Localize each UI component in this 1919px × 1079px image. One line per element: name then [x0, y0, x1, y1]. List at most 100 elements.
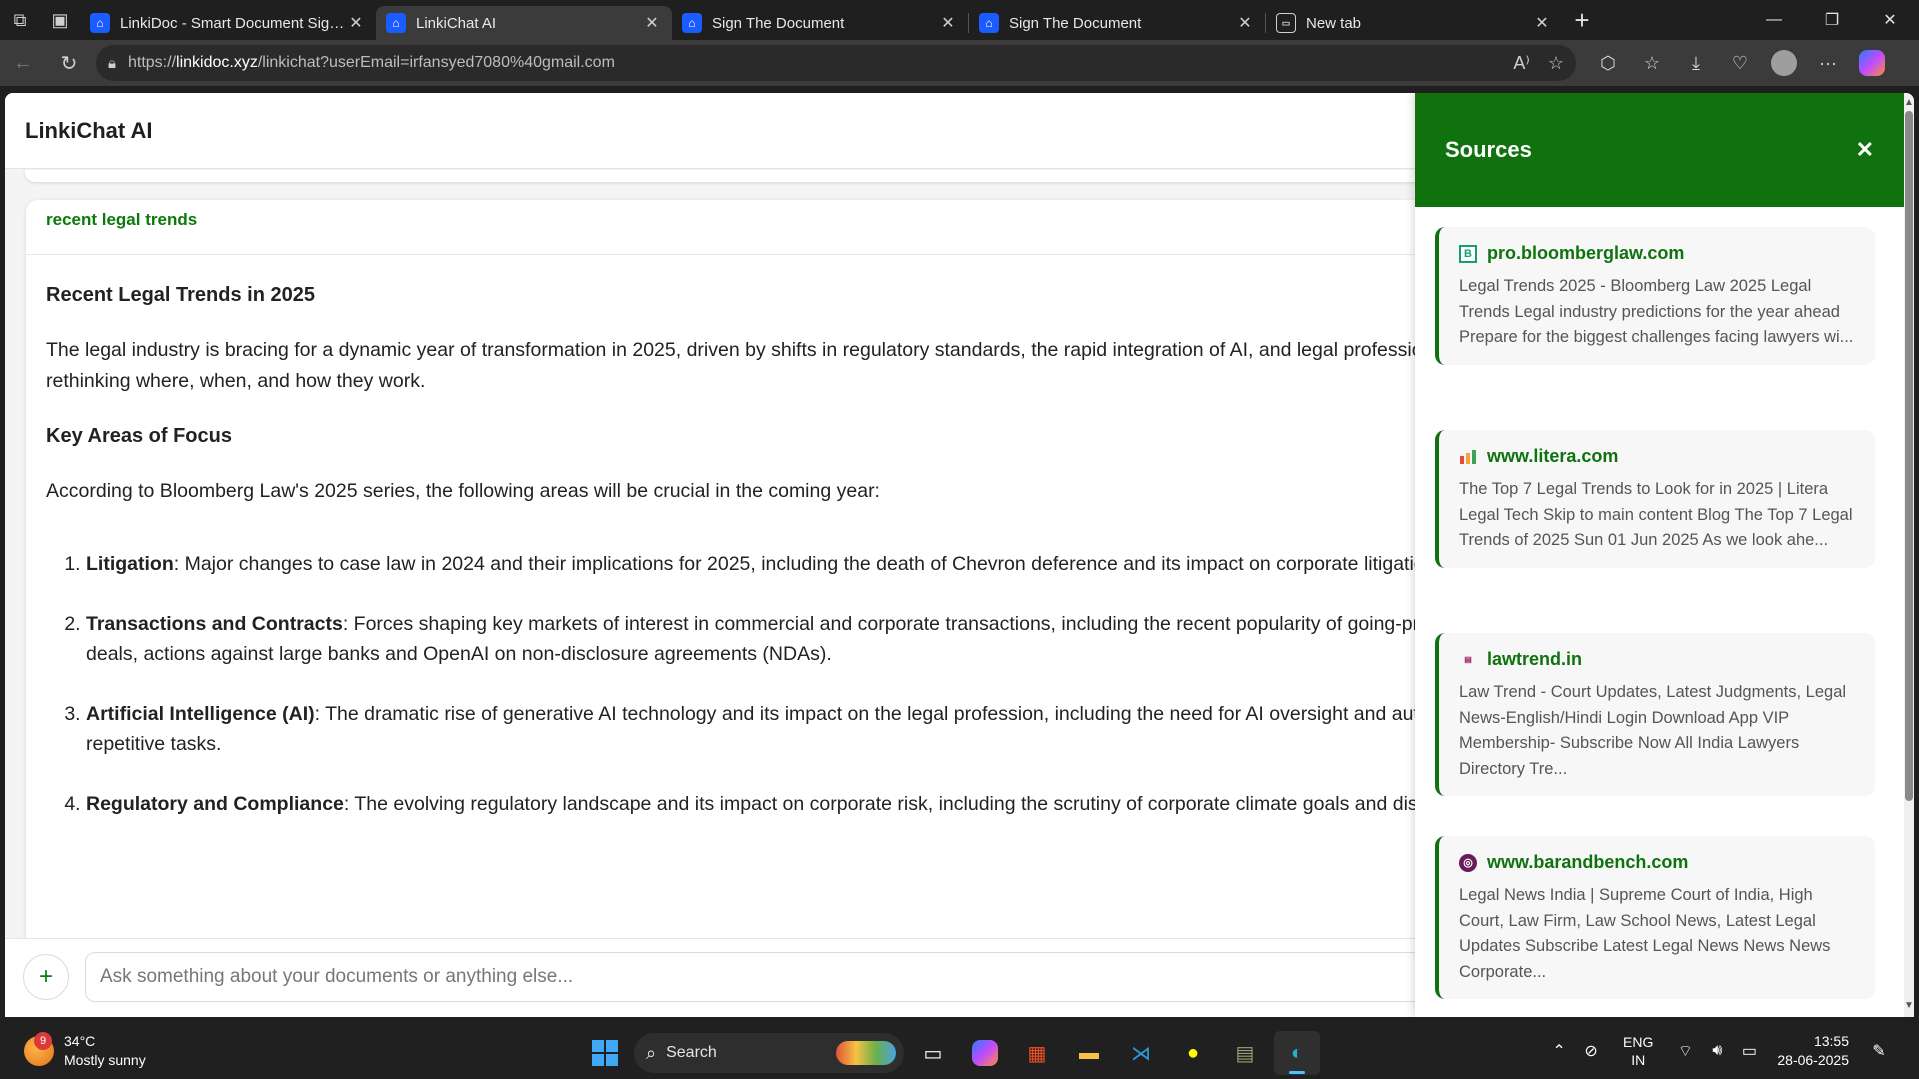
windows-taskbar: 9 34°C Mostly sunny ⌕ Search ▭ ▦ ▬ ⋊ ● ▤…: [0, 1026, 1919, 1079]
task-view-icon[interactable]: ▭: [910, 1031, 956, 1075]
list-item: Litigation: Major changes to case law in…: [86, 549, 1415, 579]
close-icon[interactable]: ✕: [1532, 13, 1552, 33]
edge-browser-icon[interactable]: ◐: [1274, 1031, 1320, 1075]
back-icon[interactable]: ←: [0, 40, 46, 86]
tab-sign-document-1[interactable]: ⌂ Sign The Document ✕: [672, 6, 968, 40]
window-close-icon[interactable]: ✕: [1861, 0, 1919, 40]
new-tab-button[interactable]: +: [1562, 0, 1602, 40]
browser-tab-strip: ⧉ ▣ ⌂ LinkiDoc - Smart Document Signing …: [0, 0, 1919, 40]
linkidoc-favicon-icon: ⌂: [682, 13, 702, 33]
read-aloud-icon[interactable]: A⁾: [1513, 53, 1529, 74]
scroll-down-icon[interactable]: ▼: [1904, 1000, 1914, 1011]
language-indicator[interactable]: ENG IN: [1623, 1033, 1653, 1069]
linkidoc-favicon-icon: ⌂: [979, 13, 999, 33]
user-query: recent legal trends: [46, 210, 198, 229]
network-off-icon[interactable]: ⊘: [1575, 1041, 1607, 1061]
source-domain[interactable]: lawtrend.in: [1487, 649, 1582, 670]
clock[interactable]: 13:55 28-06-2025: [1777, 1032, 1849, 1070]
favorite-star-icon[interactable]: ☆: [1548, 53, 1564, 74]
tab-new-tab[interactable]: ▭ New tab ✕: [1266, 6, 1562, 40]
list-item: Transactions and Contracts: Forces shapi…: [86, 609, 1415, 669]
vscode-icon[interactable]: ⋊: [1118, 1031, 1164, 1075]
tab-title: LinkiChat AI: [416, 14, 497, 32]
source-card-litera[interactable]: www.litera.com The Top 7 Legal Trends to…: [1435, 430, 1875, 568]
minimize-icon[interactable]: —: [1745, 0, 1803, 40]
answer-lead: According to Bloomberg Law's 2025 series…: [46, 480, 880, 502]
start-windows-icon[interactable]: [582, 1031, 628, 1075]
answer-intro: The legal industry is bracing for a dyna…: [46, 339, 1415, 392]
close-icon[interactable]: ✕: [1235, 13, 1255, 33]
workspaces-icon[interactable]: ⧉: [0, 0, 40, 40]
favorites-icon[interactable]: ☆: [1630, 40, 1674, 86]
tab-linkidoc[interactable]: ⌂ LinkiDoc - Smart Document Signing ✕: [80, 6, 376, 40]
search-icon: ⌕: [646, 1042, 657, 1063]
extensions-icon[interactable]: ⬡: [1586, 40, 1630, 86]
volume-icon[interactable]: 🔊︎: [1701, 1042, 1733, 1060]
divider: [26, 254, 1415, 255]
close-icon[interactable]: ✕: [346, 13, 366, 33]
tab-title: LinkiDoc - Smart Document Signing: [120, 14, 346, 32]
source-card-bloomberglaw[interactable]: B pro.bloomberglaw.com Legal Trends 2025…: [1435, 227, 1875, 365]
file-explorer-icon[interactable]: ▬: [1066, 1031, 1112, 1075]
lang-top: ENG: [1623, 1034, 1654, 1050]
address-bar[interactable]: 🔒︎ https://linkidoc.xyz/linkichat?userEm…: [96, 45, 1576, 81]
downloads-icon[interactable]: ⤓: [1674, 40, 1718, 86]
app-header: LinkiChat AI: [5, 93, 1415, 169]
snapchat-icon[interactable]: ●: [1170, 1031, 1216, 1075]
source-domain[interactable]: pro.bloomberglaw.com: [1487, 243, 1684, 264]
battery-icon[interactable]: ▭: [1733, 1041, 1765, 1061]
refresh-icon[interactable]: ↻: [46, 40, 92, 86]
search-highlight-icon: [836, 1041, 896, 1065]
copilot-icon[interactable]: [1850, 40, 1894, 86]
browser-essentials-icon[interactable]: ♡: [1718, 40, 1762, 86]
list-item-term: Artificial Intelligence (AI): [86, 703, 315, 725]
more-options-icon[interactable]: ···: [1806, 40, 1850, 86]
clock-time: 13:55: [1813, 1033, 1849, 1049]
close-sources-button[interactable]: ✕: [1856, 137, 1874, 163]
source-card-lawtrend[interactable]: ▤ lawtrend.in Law Trend - Court Updates,…: [1435, 633, 1875, 796]
chevron-up-icon[interactable]: ⌃: [1543, 1041, 1575, 1061]
url-prefix: https://: [127, 54, 177, 71]
close-icon[interactable]: ✕: [642, 13, 662, 33]
ai-answer: Recent Legal Trends in 2025 The legal in…: [46, 280, 1415, 849]
source-card-header: B pro.bloomberglaw.com: [1459, 243, 1855, 264]
scroll-up-icon[interactable]: ▲: [1904, 97, 1914, 108]
source-domain[interactable]: www.barandbench.com: [1487, 852, 1688, 873]
page-viewport: LinkiChat AI recent legal trends Recent …: [5, 93, 1914, 1017]
restore-icon[interactable]: ❐: [1803, 0, 1861, 40]
list-item-term: Litigation: [86, 553, 174, 575]
focus-list: Litigation: Major changes to case law in…: [46, 549, 1415, 819]
tab-sign-document-2[interactable]: ⌂ Sign The Document ✕: [969, 6, 1265, 40]
tab-linkichat[interactable]: ⌂ LinkiChat AI ✕: [376, 6, 672, 40]
tab-title: Sign The Document: [712, 14, 845, 32]
scrollbar-thumb[interactable]: [1905, 111, 1913, 801]
profile-avatar-icon[interactable]: [1762, 40, 1806, 86]
sources-title: Sources: [1445, 137, 1532, 162]
answer-heading: Recent Legal Trends in 2025: [46, 284, 315, 306]
url-text[interactable]: https://linkidoc.xyz/linkichat?userEmail…: [128, 54, 1495, 72]
source-snippet: The Top 7 Legal Trends to Look for in 20…: [1459, 480, 1853, 549]
chat-input[interactable]: [85, 952, 1425, 1002]
browser-toolbar: ← ↻ 🔒︎ https://linkidoc.xyz/linkichat?us…: [0, 40, 1919, 86]
source-card-barandbench[interactable]: ◎ www.barandbench.com Legal News India |…: [1435, 836, 1875, 999]
source-snippet: Legal Trends 2025 - Bloomberg Law 2025 L…: [1459, 277, 1854, 346]
source-domain[interactable]: www.litera.com: [1487, 446, 1618, 467]
taskbar-search[interactable]: ⌕ Search: [634, 1033, 904, 1073]
wifi-icon[interactable]: ⌔: [1669, 1041, 1701, 1061]
vertical-tabs-icon[interactable]: ▣: [40, 0, 80, 40]
list-item: Regulatory and Compliance: The evolving …: [86, 789, 1415, 819]
page-scrollbar[interactable]: ▲ ▼: [1904, 93, 1914, 1017]
tab-title: New tab: [1306, 14, 1362, 32]
weather-widget[interactable]: 9 34°C Mostly sunny: [24, 1032, 146, 1070]
add-attachment-button[interactable]: +: [23, 954, 69, 1000]
lock-icon[interactable]: 🔒︎: [108, 55, 116, 72]
source-snippet: Legal News India | Supreme Court of Indi…: [1459, 886, 1831, 981]
microsoft-store-icon[interactable]: ▦: [1014, 1031, 1060, 1075]
close-icon[interactable]: ✕: [938, 13, 958, 33]
system-tray: ⌃ ⊘ ENG IN ⌔ 🔊︎ ▭ 13:55 28-06-2025 ✎: [1543, 1032, 1895, 1070]
chat-messages[interactable]: recent legal trends Recent Legal Trends …: [5, 170, 1415, 938]
copilot-app-icon[interactable]: [962, 1031, 1008, 1075]
linkidoc-favicon-icon: ⌂: [90, 13, 110, 33]
notifications-icon[interactable]: ✎: [1863, 1041, 1895, 1061]
chat-app-icon[interactable]: ▤: [1222, 1031, 1268, 1075]
